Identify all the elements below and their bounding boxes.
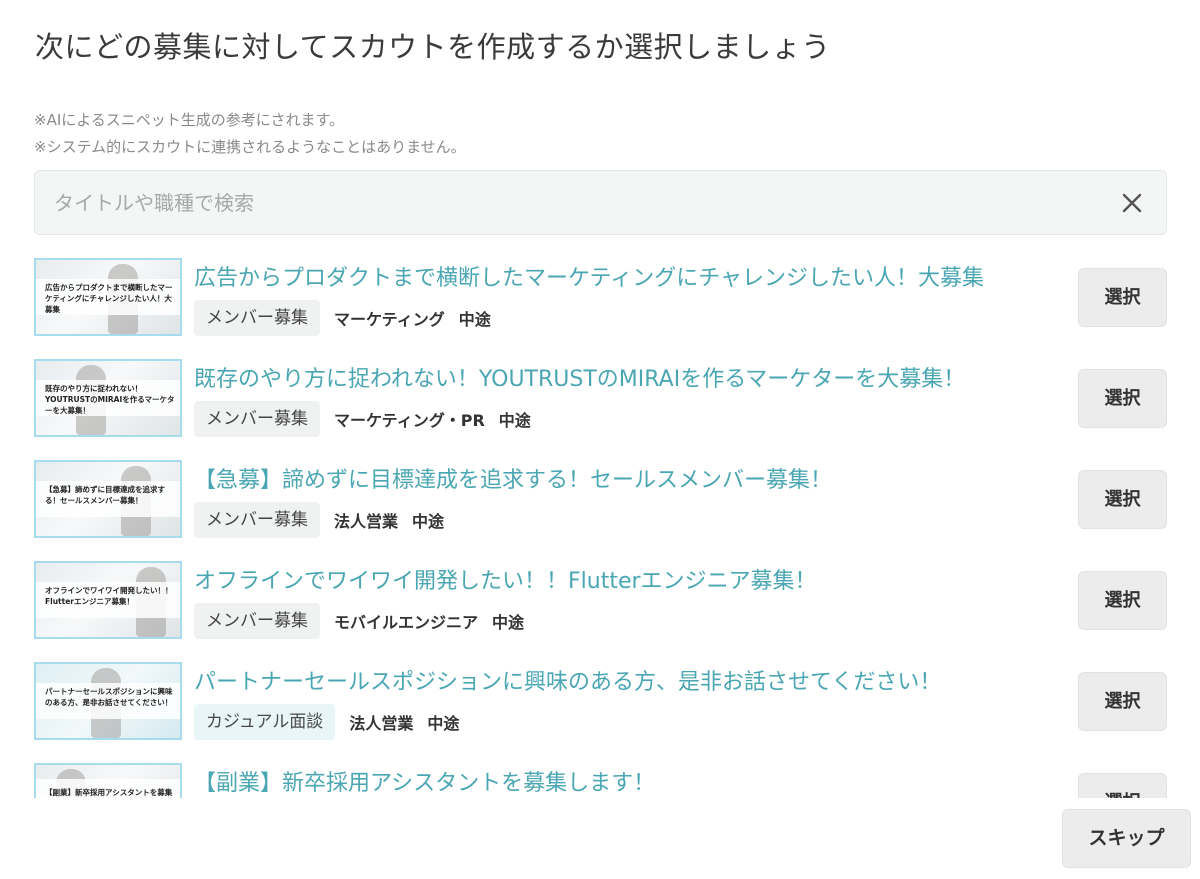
job-title-link[interactable]: 【副業】新卒採用アシスタントを募集します！ <box>194 765 655 797</box>
job-meta: カジュアル面談 法人営業 中途 <box>194 704 473 740</box>
thumbnail-caption: オフラインでワイワイ開発したい！！Flutterエンジニア募集！ <box>45 586 173 606</box>
select-button[interactable]: 選択 <box>1078 773 1167 798</box>
job-title-link[interactable]: オフラインでワイワイ開発したい！！Flutterエンジニア募集！ <box>194 563 817 595</box>
job-search-input[interactable] <box>35 171 1105 234</box>
job-title-link[interactable]: パートナーセールスポジションに興味のある方、是非お話させてください！ <box>194 664 941 696</box>
select-button[interactable]: 選択 <box>1078 571 1167 630</box>
employment-type: 中途 <box>498 411 531 430</box>
recruit-type-badge: メンバー募集 <box>194 502 320 538</box>
job-thumbnail: 【急募】諦めずに目標達成を追求する！セールスメンバー募集！ <box>34 460 182 538</box>
thumbnail-caption: 広告からプロダクトまで横断したマーケティングにチャレンジしたい人！大募集 <box>45 283 173 314</box>
thumbnail-caption: 既存のやり方に捉われない！YOUTRUSTのMIRAIを作るマーケターを大募集！ <box>45 384 175 415</box>
job-thumbnail: オフラインでワイワイ開発したい！！Flutterエンジニア募集！ <box>34 561 182 639</box>
select-button[interactable]: 選択 <box>1078 268 1167 327</box>
job-category: 法人営業 <box>334 512 399 531</box>
select-button[interactable]: 選択 <box>1078 470 1167 529</box>
job-thumbnail: 【副業】新卒採用アシスタントを募集 <box>34 763 182 798</box>
close-icon[interactable] <box>1120 191 1144 215</box>
note-ai-snippet: ※AIによるスニペット生成の参考にされます。 <box>34 111 345 129</box>
employment-type: 中途 <box>458 310 491 329</box>
job-meta: メンバー募集 モバイルエンジニア 中途 <box>194 603 538 639</box>
recruit-type-badge: メンバー募集 <box>194 603 320 639</box>
select-button[interactable]: 選択 <box>1078 672 1167 731</box>
job-category: 法人営業 <box>349 714 414 733</box>
employment-type: 中途 <box>412 512 445 531</box>
job-meta: メンバー募集 マーケティング・PR 中途 <box>194 401 545 437</box>
job-item: 広告からプロダクトまで横断したマーケティングにチャレンジしたい人！大募集 広告か… <box>34 258 1168 338</box>
job-meta: メンバー募集 マーケティング 中途 <box>194 300 505 336</box>
job-search-box <box>34 170 1167 235</box>
recruit-type-badge: カジュアル面談 <box>194 704 336 740</box>
employment-type: 中途 <box>427 714 460 733</box>
job-item: パートナーセールスポジションに興味のある方、是非お話させてください！ パートナー… <box>34 662 1168 742</box>
job-item: 【急募】諦めずに目標達成を追求する！セールスメンバー募集！ 【急募】諦めずに目標… <box>34 460 1168 540</box>
note-system-link: ※システム的にスカウトに連携されるようなことはありません。 <box>34 138 466 156</box>
select-button[interactable]: 選択 <box>1078 369 1167 428</box>
job-meta: メンバー募集 法人営業 中途 <box>194 502 458 538</box>
job-category: マーケティング・PR <box>334 411 485 430</box>
thumbnail-caption: 【急募】諦めずに目標達成を追求する！セールスメンバー募集！ <box>45 485 165 505</box>
employment-type: 中途 <box>492 613 525 632</box>
recruit-type-badge: メンバー募集 <box>194 300 320 336</box>
job-thumbnail: パートナーセールスポジションに興味のある方、是非お話させてください！ <box>34 662 182 740</box>
thumbnail-caption: パートナーセールスポジションに興味のある方、是非お話させてください！ <box>45 687 173 707</box>
skip-button[interactable]: スキップ <box>1062 809 1191 868</box>
job-list[interactable]: 広告からプロダクトまで横断したマーケティングにチャレンジしたい人！大募集 広告か… <box>34 258 1174 798</box>
job-title-link[interactable]: 既存のやり方に捉われない！YOUTRUSTのMIRAIを作るマーケターを大募集！ <box>194 361 965 393</box>
job-item: オフラインでワイワイ開発したい！！Flutterエンジニア募集！ オフラインでワ… <box>34 561 1168 641</box>
job-category: モバイルエンジニア <box>334 613 479 632</box>
recruit-type-badge: メンバー募集 <box>194 401 320 437</box>
job-item: 【副業】新卒採用アシスタントを募集 【副業】新卒採用アシスタントを募集します！ … <box>34 763 1168 798</box>
job-thumbnail: 広告からプロダクトまで横断したマーケティングにチャレンジしたい人！大募集 <box>34 258 182 336</box>
thumbnail-caption: 【副業】新卒採用アシスタントを募集 <box>45 788 173 797</box>
dialog-title: 次にどの募集に対してスカウトを作成するか選択しましょう <box>35 30 831 64</box>
job-category: マーケティング <box>334 310 445 329</box>
job-item: 既存のやり方に捉われない！YOUTRUSTのMIRAIを作るマーケターを大募集！… <box>34 359 1168 439</box>
job-title-link[interactable]: 【急募】諦めずに目標達成を追求する！セールスメンバー募集！ <box>194 462 832 494</box>
job-title-link[interactable]: 広告からプロダクトまで横断したマーケティングにチャレンジしたい人！大募集 <box>194 260 984 292</box>
job-thumbnail: 既存のやり方に捉われない！YOUTRUSTのMIRAIを作るマーケターを大募集！ <box>34 359 182 437</box>
dialog-notes: ※AIによるスニペット生成の参考にされます。 ※システム的にスカウトに連携される… <box>34 107 466 161</box>
